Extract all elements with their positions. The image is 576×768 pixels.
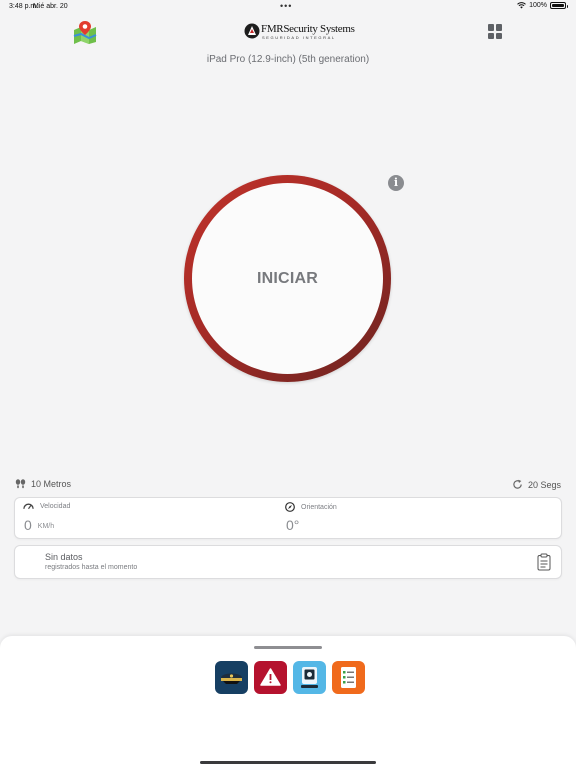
bottom-sheet — [0, 636, 576, 768]
speed-unit: KM/h — [37, 522, 55, 530]
wifi-icon — [517, 2, 526, 9]
orientation-value: 0° — [286, 517, 300, 533]
metrics-card: Velocidad 0 KM/h Orientación 0° — [14, 497, 562, 539]
distance-label: 10 Metros — [31, 479, 72, 489]
company-logo: FMRSecurity Systems SEGURIDAD INTEGRAL — [244, 22, 355, 44]
interval-label: 20 Segs — [527, 479, 561, 490]
guard-cap-app-icon[interactable] — [215, 661, 248, 694]
grid-menu-icon[interactable] — [488, 24, 503, 39]
data-card[interactable]: Sin datos registrados hasta el momento — [14, 545, 562, 579]
map-pin-icon[interactable] — [72, 20, 98, 44]
data-subtitle: registrados hasta el momento — [45, 564, 138, 571]
orientation-header: Orientación — [285, 502, 337, 512]
info-icon[interactable]: i — [388, 175, 404, 191]
speed-reading: 0 KM/h — [24, 517, 54, 533]
speedometer-icon — [23, 503, 34, 510]
speed-label: Velocidad — [40, 502, 71, 510]
logo-title: FMRSecurity Systems — [261, 23, 355, 35]
status-bar: 3:48 p.m. Mié abr. 20 ••• 100% — [0, 0, 576, 14]
logo-subtitle: SEGURIDAD INTEGRAL — [262, 35, 336, 40]
distance-setting[interactable]: 10 Metros — [15, 479, 71, 489]
alert-app-icon[interactable] — [254, 661, 287, 694]
clipboard-icon[interactable] — [537, 553, 551, 571]
speed-value: 0 — [24, 517, 32, 533]
multitasking-dots-icon[interactable]: ••• — [280, 1, 292, 11]
app-screen: 3:48 p.m. Mié abr. 20 ••• 100% FMRSecuri… — [0, 0, 576, 768]
battery-percent: 100% — [529, 2, 547, 9]
status-right: 100% — [517, 2, 568, 9]
app-shortcuts — [215, 661, 365, 694]
compass-icon — [285, 502, 295, 512]
refresh-icon — [513, 479, 522, 489]
start-button-face: INICIAR — [192, 183, 383, 374]
logo-emblem-icon — [244, 23, 260, 39]
report-app-icon[interactable] — [332, 661, 365, 694]
speed-header: Velocidad — [23, 502, 70, 510]
home-indicator[interactable] — [200, 761, 376, 764]
battery-icon — [550, 2, 568, 9]
orientation-label: Orientación — [301, 503, 337, 511]
device-name: iPad Pro (12.9-inch) (5th generation) — [206, 54, 370, 65]
sheet-grabber[interactable] — [254, 646, 322, 649]
footsteps-icon — [15, 479, 26, 489]
status-date: Mié abr. 20 — [33, 3, 68, 10]
data-title: Sin datos — [45, 552, 83, 562]
interval-setting[interactable]: 20 Segs — [512, 479, 561, 490]
kiosk-app-icon[interactable] — [293, 661, 326, 694]
start-label: INICIAR — [257, 269, 318, 287]
start-button[interactable]: INICIAR — [184, 175, 391, 382]
